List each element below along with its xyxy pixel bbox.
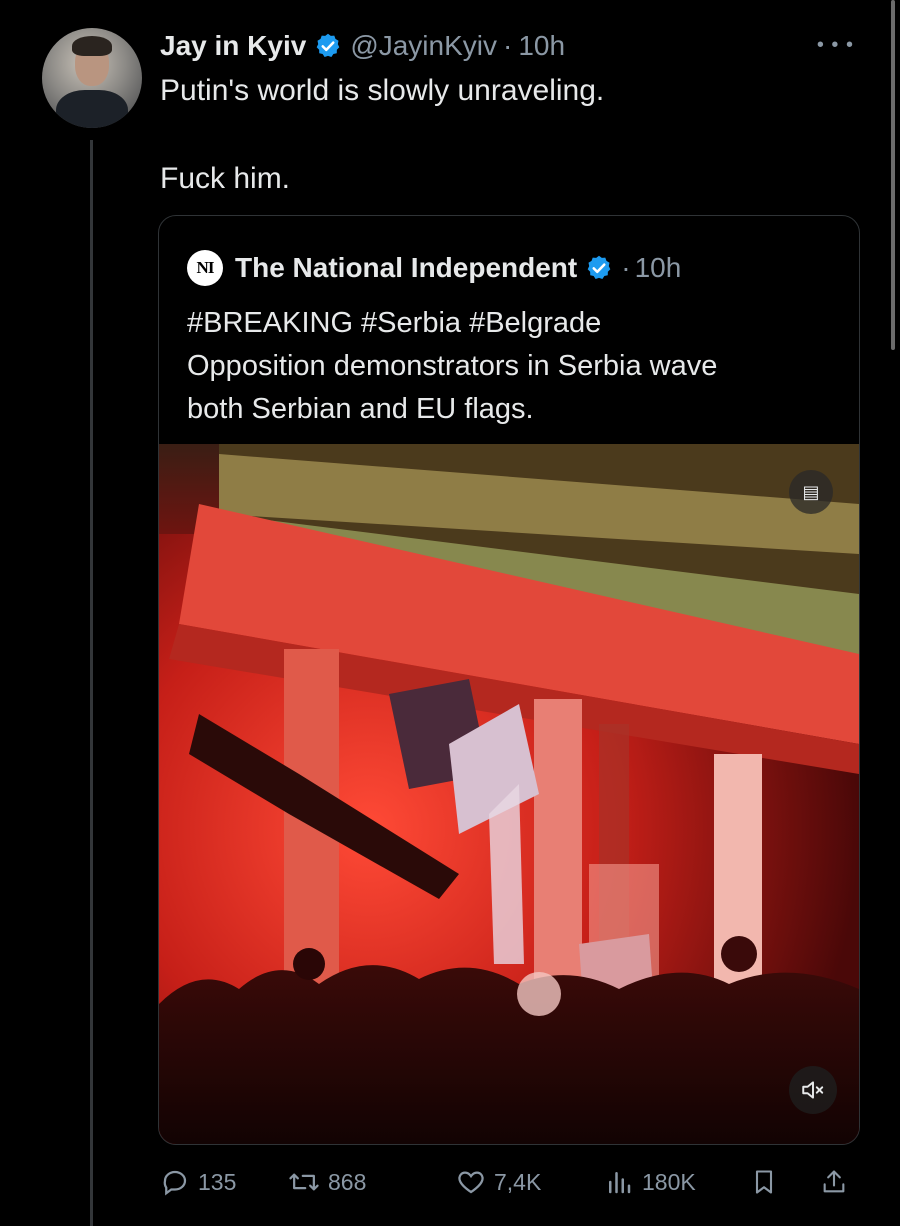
quote-timestamp[interactable]: 10h <box>635 252 682 284</box>
like-count: 7,4K <box>494 1168 542 1195</box>
timestamp[interactable]: 10h <box>518 30 565 62</box>
caption-icon[interactable]: ▤ <box>789 470 833 514</box>
tweet-text-line: Fuck him. <box>160 162 291 195</box>
avatar-body-shape <box>56 90 128 128</box>
reply-icon <box>163 1170 187 1196</box>
like-button[interactable]: 7,4K <box>456 1162 541 1202</box>
tweet-text: Putin's world is slowly unraveling. Fuck… <box>160 72 840 198</box>
like-icon <box>458 1171 484 1194</box>
user-handle[interactable]: @JayinKyiv <box>350 30 497 62</box>
quote-tweet-card[interactable]: NI The National Independent · 10h #BREAK… <box>158 215 860 1145</box>
more-icon[interactable]: • • • <box>817 35 854 55</box>
video-frame-image <box>159 444 859 1144</box>
quote-display-name[interactable]: The National Independent <box>235 252 577 284</box>
avatar-hair-shape <box>72 36 112 56</box>
repost-button[interactable]: 868 <box>288 1162 366 1202</box>
quote-text: #BREAKING #Serbia #Belgrade Opposition d… <box>187 302 837 431</box>
view-count: 180K <box>642 1168 696 1195</box>
quote-avatar-logo[interactable]: NI <box>187 250 223 286</box>
share-icon <box>823 1170 845 1193</box>
repost-count: 868 <box>328 1168 367 1195</box>
bookmark-icon <box>755 1170 773 1194</box>
display-name[interactable]: Jay in Kyiv <box>160 30 306 62</box>
mute-icon[interactable] <box>789 1066 837 1114</box>
thread-line <box>90 140 93 1226</box>
verified-icon <box>316 33 340 57</box>
reply-count: 135 <box>198 1168 237 1195</box>
views-icon <box>609 1172 631 1194</box>
tweet-header: Jay in Kyiv @JayinKyiv · 10h <box>160 28 565 64</box>
bookmark-button[interactable] <box>750 1162 786 1202</box>
quote-text-line: both Serbian and EU flags. <box>187 393 534 425</box>
reply-button[interactable]: 135 <box>160 1162 236 1202</box>
scrollbar-thumb[interactable] <box>891 0 895 350</box>
tweet-page: Jay in Kyiv @JayinKyiv · 10h • • • Putin… <box>0 0 900 1226</box>
repost-icon <box>289 1173 319 1191</box>
action-bar: 135 868 7,4K 180K <box>160 1162 860 1202</box>
verified-icon <box>587 255 611 279</box>
tweet-text-line: Putin's world is slowly unraveling. <box>160 74 605 107</box>
separator-dot: · <box>503 30 513 61</box>
share-button[interactable] <box>820 1162 856 1202</box>
quote-text-line: Opposition demonstrators in Serbia wave <box>187 350 718 382</box>
quote-header: NI The National Independent · 10h <box>187 250 681 286</box>
avatar[interactable] <box>42 28 142 128</box>
separator-dot: · <box>621 252 631 283</box>
quote-hashtags[interactable]: #BREAKING #Serbia #Belgrade <box>187 302 837 345</box>
views-button[interactable]: 180K <box>604 1162 696 1202</box>
quote-video[interactable]: ▤ <box>159 444 859 1144</box>
scrollbar[interactable] <box>888 0 900 1226</box>
